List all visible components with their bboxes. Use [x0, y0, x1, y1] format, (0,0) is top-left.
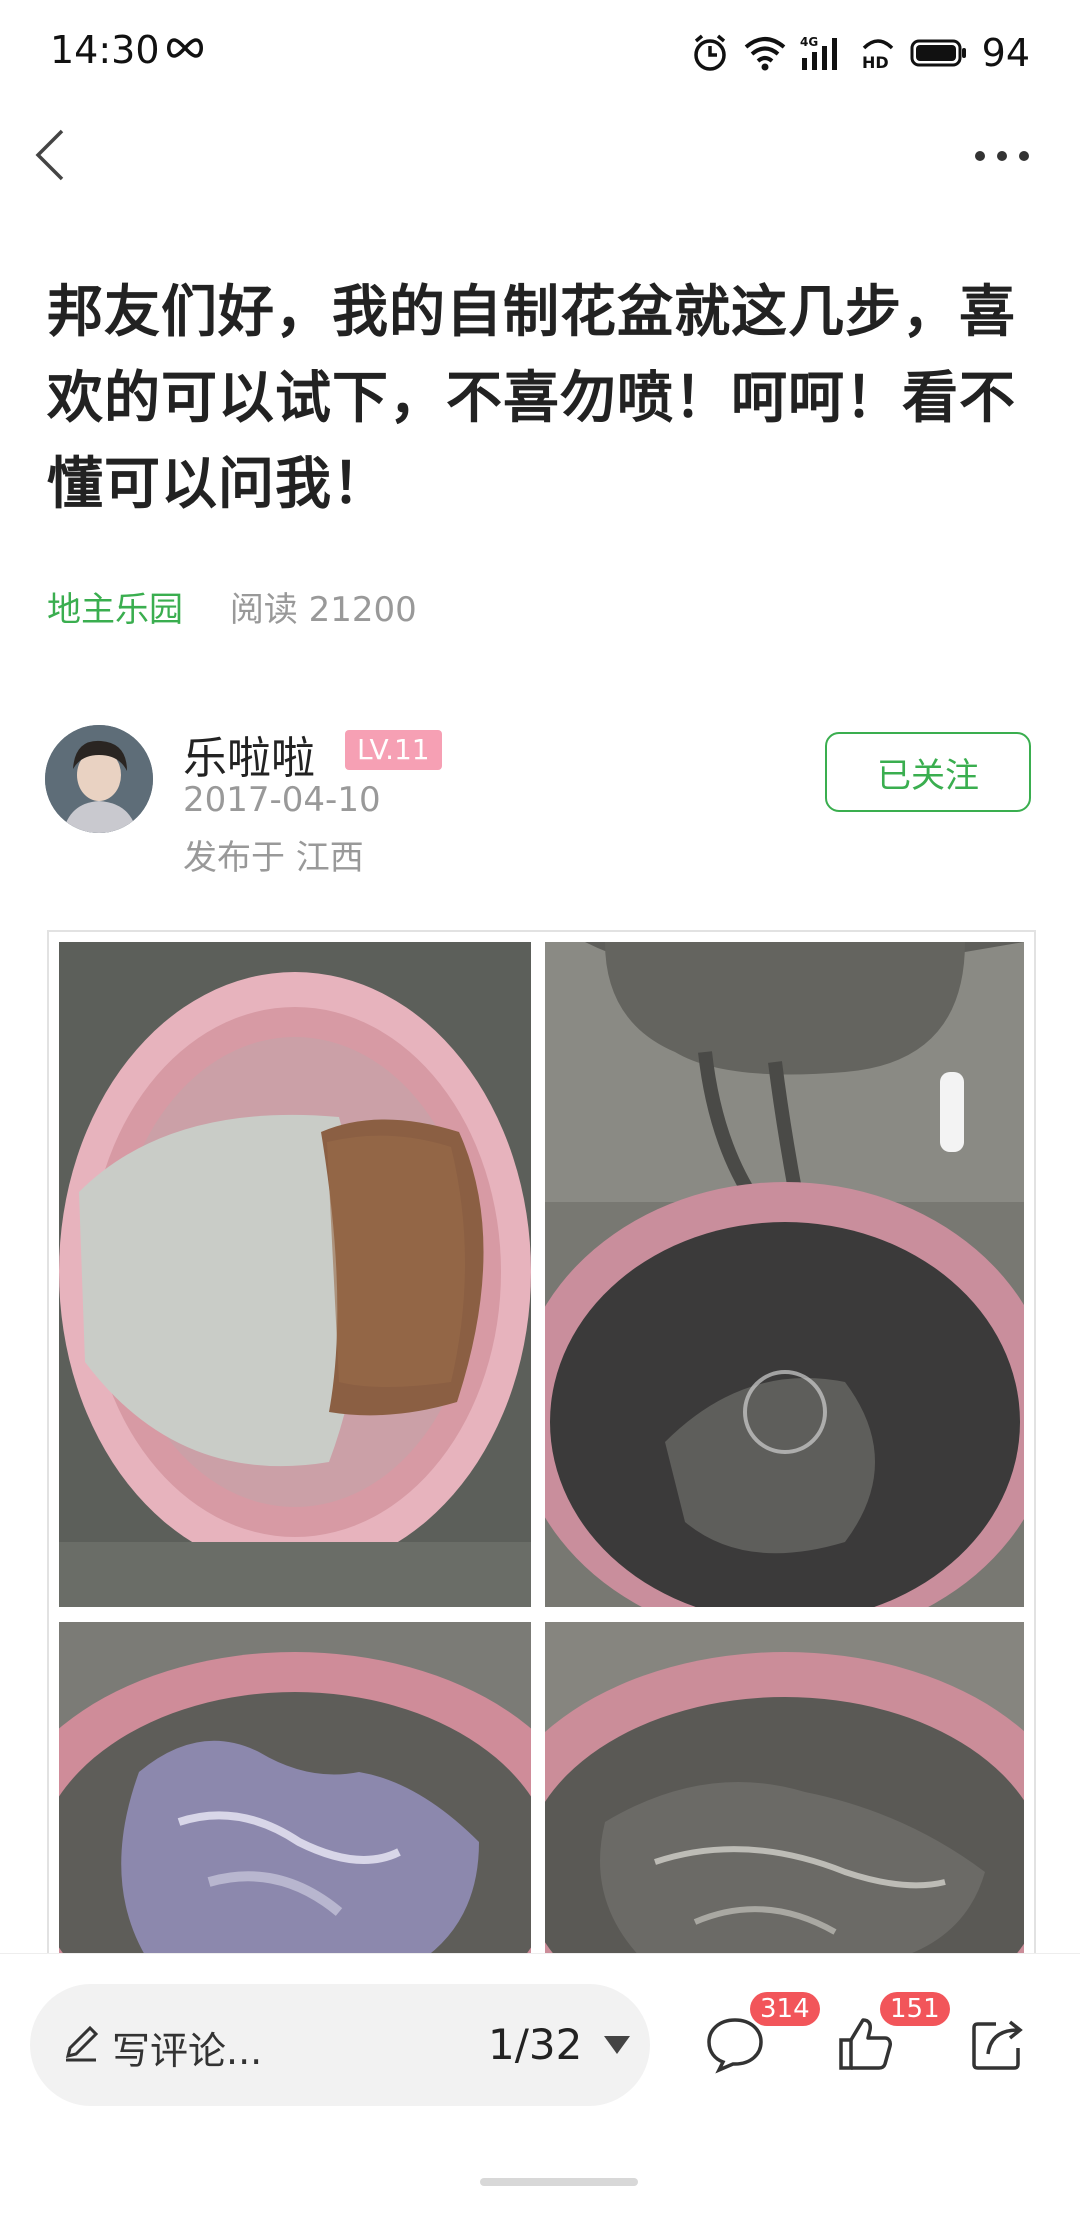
comment-input[interactable]: 写评论... 1/32: [30, 1984, 650, 2106]
thumbs-up-icon: [839, 2018, 892, 2070]
pencil-icon: [65, 2025, 99, 2062]
post-image[interactable]: [47, 930, 1036, 1964]
like-count-badge: 151: [880, 1992, 950, 2026]
comment-placeholder: 写评论...: [112, 2029, 263, 2073]
photo-cloth-in-cement: [59, 1622, 531, 1962]
photo-mixing-cement: [545, 942, 1024, 1607]
author-name[interactable]: 乐啦啦: [183, 722, 315, 786]
post-date: 2017-04-10: [183, 780, 381, 820]
svg-text:HD: HD: [862, 53, 889, 72]
like-button[interactable]: [835, 2014, 895, 2074]
share-button[interactable]: [968, 2014, 1028, 2074]
status-bar: 14:30 4G HD 94: [0, 0, 1080, 110]
back-icon[interactable]: [30, 125, 70, 185]
chevron-down-icon[interactable]: [604, 2036, 630, 2054]
4g-signal-icon: 4G: [800, 35, 837, 70]
svg-text:4G: 4G: [800, 35, 818, 49]
status-time: 14:30: [50, 28, 160, 72]
page-indicator[interactable]: 1/32: [488, 2020, 582, 2069]
level-badge: LV.11: [345, 730, 442, 770]
post-location: 发布于 江西: [183, 838, 364, 878]
comment-icon: [707, 2018, 763, 2074]
photo-soaked-cloth: [545, 1622, 1024, 1962]
post-meta: 地主乐园 阅读 21200: [47, 582, 417, 631]
circle-link[interactable]: 地主乐园: [47, 590, 183, 630]
comment-count-badge: 314: [750, 1992, 820, 2026]
more-icon[interactable]: [974, 150, 1030, 162]
photo-cement-and-soil: [59, 942, 531, 1607]
comment-button[interactable]: [705, 2014, 765, 2074]
home-indicator: [480, 2178, 638, 2186]
alarm-icon: [693, 34, 726, 71]
infinity-icon: [167, 38, 203, 58]
hd-icon: HD: [862, 39, 893, 72]
follow-button[interactable]: 已关注: [825, 732, 1031, 812]
battery-icon: [910, 39, 966, 67]
battery-level: 94: [981, 31, 1030, 75]
share-icon: [972, 2020, 1023, 2070]
bottom-bar: 写评论... 1/32 314 151: [0, 1953, 1080, 2233]
post-title: 邦友们好，我的自制花盆就这几步，喜欢的可以试下，不喜勿喷！呵呵！看不懂可以问我！: [47, 280, 1016, 517]
wifi-icon: [744, 37, 785, 71]
avatar[interactable]: [45, 725, 153, 833]
read-count: 阅读 21200: [229, 590, 417, 630]
